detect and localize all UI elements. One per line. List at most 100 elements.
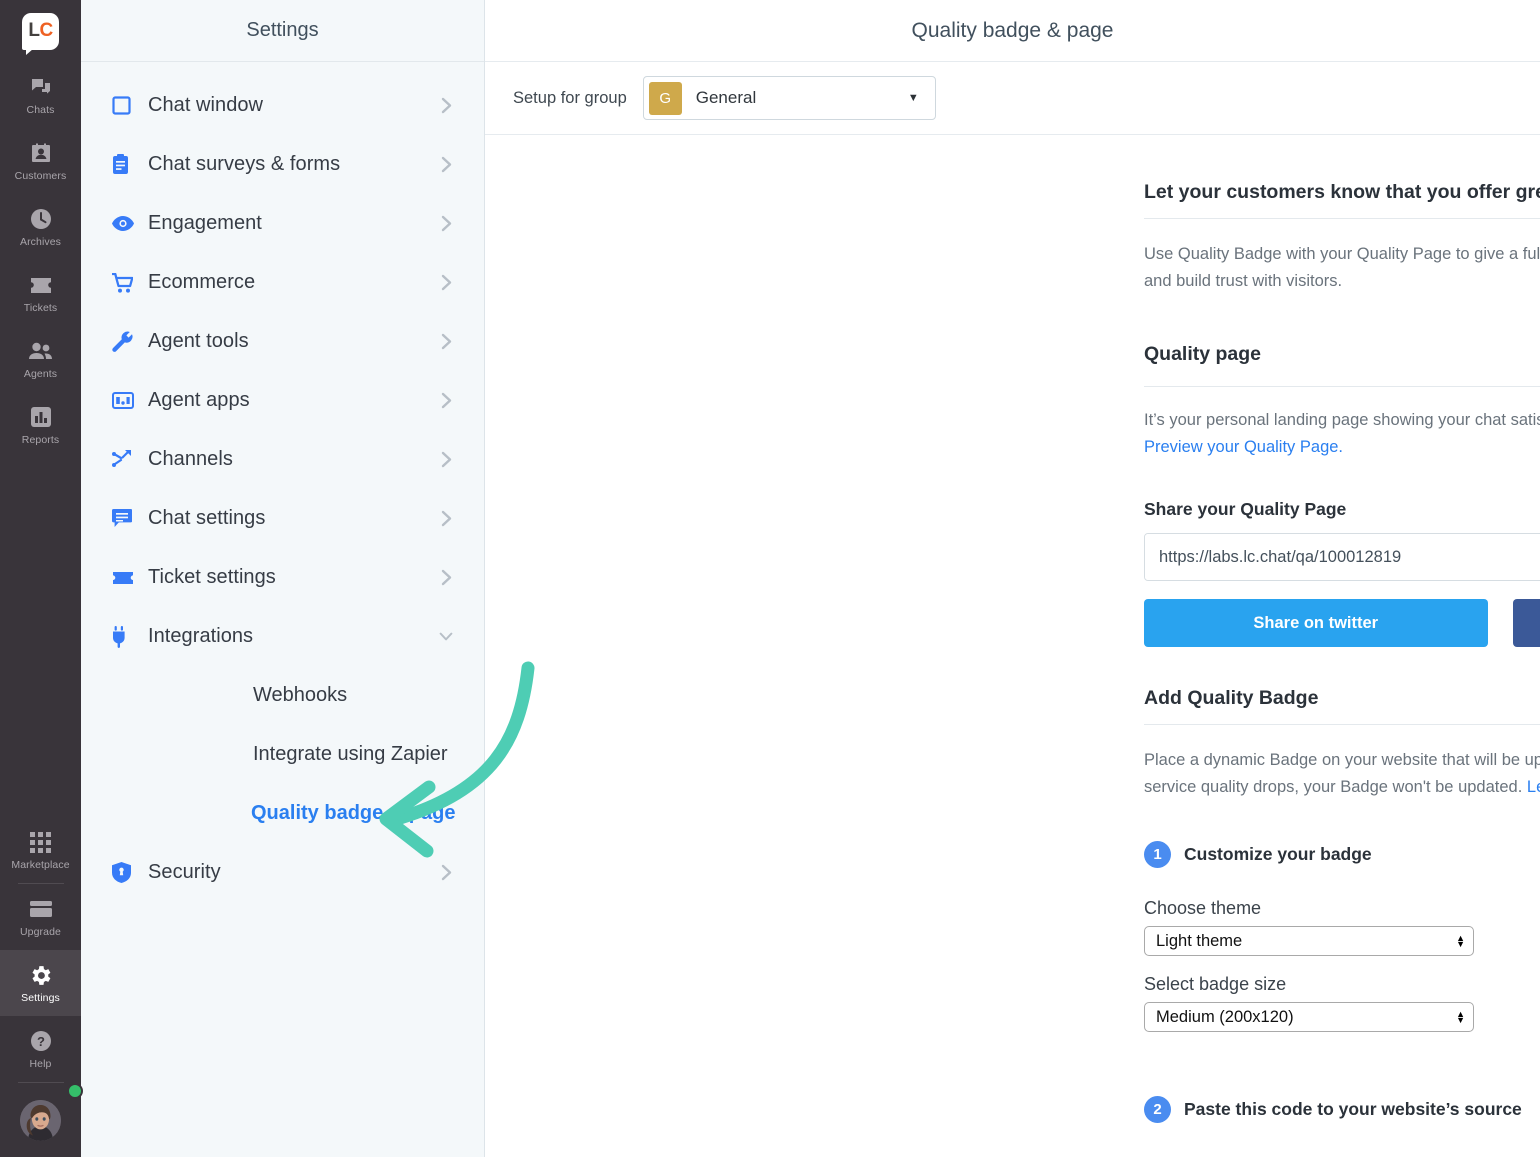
share-on-facebook-button[interactable]: Share on facebook	[1512, 599, 1540, 647]
badge-form-column: Choose theme Light theme ▲ ▼ Select badge…	[1144, 898, 1476, 1056]
sidebar-label-agent-apps: Agent apps	[148, 389, 250, 411]
rail-item-agents[interactable]: Agents	[0, 326, 81, 392]
rail-item-customers[interactable]: Customers	[0, 128, 81, 194]
intro-heading: Let your customers know that you offer g…	[1144, 181, 1540, 219]
chevron-right-icon	[439, 333, 453, 350]
share-heading: Share your Quality Page	[1144, 499, 1347, 519]
sidebar-title: Settings	[81, 0, 484, 62]
sidebar-item-channels[interactable]: Channels	[81, 430, 484, 489]
rail-item-marketplace[interactable]: Marketplace	[0, 817, 81, 883]
sidebar-item-integrations[interactable]: Integrations	[81, 607, 484, 666]
group-select[interactable]: G General ▼	[642, 76, 936, 120]
rail-item-archives[interactable]: Archives	[0, 194, 81, 260]
rail-label-upgrade: Upgrade	[20, 925, 61, 938]
sidebar-item-engagement[interactable]: Engagement	[81, 194, 484, 253]
share-on-twitter-button[interactable]: Share on twitter	[1144, 599, 1488, 647]
eye-icon	[112, 216, 138, 231]
badge-section-paragraph: Place a dynamic Badge on your website th…	[1144, 747, 1540, 801]
rail-item-upgrade[interactable]: Upgrade	[0, 884, 81, 950]
quality-page-heading: Quality page	[1144, 342, 1262, 365]
cart-icon	[112, 272, 138, 293]
chevron-right-icon	[439, 156, 453, 173]
clipboard-icon	[112, 154, 138, 175]
choose-theme-select[interactable]: Light theme ▲ ▼	[1144, 926, 1474, 956]
sidebar-item-security[interactable]: Security	[81, 843, 484, 902]
main-content: Quality badge & page Setup for group G G…	[485, 0, 1540, 1157]
step-2-row: 2 Paste this code to your website’s sour…	[1144, 1096, 1540, 1123]
rail-label-chats: Chats	[26, 103, 55, 116]
avatar-image	[20, 1099, 61, 1141]
sidebar-item-ecommerce[interactable]: Ecommerce	[81, 253, 484, 312]
sidebar-label-chat-surveys-forms: Chat surveys & forms	[148, 153, 341, 175]
rail-label-tickets: Tickets	[23, 301, 58, 314]
rail-label-agents: Agents	[23, 367, 58, 380]
add-quality-badge-heading: Add Quality Badge	[1144, 687, 1540, 725]
rail-label-reports: Reports	[21, 433, 60, 446]
sidebar-label-chat-settings: Chat settings	[148, 507, 266, 529]
step-1-number: 1	[1144, 841, 1171, 868]
chevron-down-icon: ▼	[907, 92, 919, 104]
rail-label-help: Help	[29, 1057, 52, 1070]
shield-icon	[112, 862, 138, 883]
stepper-arrows-icon: ▲ ▼	[1456, 933, 1465, 949]
sidebar-label-security: Security	[148, 861, 221, 883]
rail-label-marketplace: Marketplace	[11, 858, 70, 871]
rail-item-chats[interactable]: Chats	[0, 62, 81, 128]
chevron-right-icon	[439, 864, 453, 881]
tickets-icon	[28, 273, 53, 298]
logo-letter-l: L	[28, 20, 40, 41]
group-selector-label: Setup for group	[513, 88, 627, 107]
livechat-logo[interactable]: LC	[0, 0, 81, 62]
group-selector-bar: Setup for group G General ▼	[485, 62, 1540, 135]
chevron-right-icon	[439, 392, 453, 409]
quality-page-description-block: It’s your personal landing page showing …	[1144, 407, 1540, 461]
sidebar-item-agent-apps[interactable]: Agent apps	[81, 371, 484, 430]
step-1-label: Customize your badge	[1184, 844, 1372, 864]
sidebar-item-ticket-settings[interactable]: Ticket settings	[81, 548, 484, 607]
primary-nav-rail: LC Chats Customers Archives Tickets Agen…	[0, 0, 83, 1157]
chat-bubble-icon	[112, 509, 138, 528]
sidebar-item-chat-window[interactable]: Chat window	[81, 76, 484, 135]
sidebar-item-agent-tools[interactable]: Agent tools	[81, 312, 484, 371]
sidebar-label-chat-window: Chat window	[148, 94, 264, 116]
step-1-row: 1 Customize your badge	[1144, 841, 1540, 868]
select-badge-size-select[interactable]: Medium (200x120) ▲ ▼	[1144, 1002, 1474, 1032]
rail-item-settings[interactable]: Settings	[0, 950, 81, 1016]
group-avatar: G	[648, 81, 682, 115]
ticket-icon	[112, 571, 138, 585]
status-dot-online	[67, 1083, 83, 1099]
share-icon	[112, 450, 138, 469]
content-column: Let your customers know that you offer g…	[1144, 135, 1540, 1123]
intro-paragraph: Use Quality Badge with your Quality Page…	[1144, 245, 1540, 290]
user-avatar[interactable]	[0, 1083, 83, 1157]
share-buttons-row: Share on twitter Share on facebook	[1144, 599, 1540, 647]
rail-item-help[interactable]: ? Help	[0, 1016, 81, 1082]
marketplace-icon	[28, 830, 53, 855]
rail-item-tickets[interactable]: Tickets	[0, 260, 81, 326]
sidebar-label-integrations: Integrations	[148, 625, 254, 647]
learn-more-link[interactable]: Learn more…	[1527, 778, 1540, 796]
content-scroll-area: Let your customers know that you offer g…	[485, 135, 1540, 1157]
rail-label-customers: Customers	[14, 169, 67, 182]
sidebar-subitem-quality-badge-page[interactable]: Quality badge & page	[81, 784, 484, 843]
step-2-label: Paste this code to your website’s source	[1184, 1099, 1522, 1119]
page-title: Quality badge & page	[485, 0, 1540, 62]
customers-icon	[28, 141, 53, 166]
choose-theme-value: Light theme	[1156, 931, 1243, 950]
sidebar-item-chat-settings[interactable]: Chat settings	[81, 489, 484, 548]
preview-quality-page-link[interactable]: Preview your Quality Page.	[1144, 438, 1343, 456]
select-badge-size-label: Select badge size	[1144, 974, 1287, 994]
stepper-arrows-icon: ▲ ▼	[1456, 1009, 1465, 1025]
wrench-icon	[112, 331, 138, 352]
svg-text:?: ?	[37, 1034, 45, 1049]
choose-theme-label: Choose theme	[1144, 898, 1262, 918]
rail-item-reports[interactable]: Reports	[0, 392, 81, 458]
sidebar-item-chat-surveys-forms[interactable]: Chat surveys & forms	[81, 135, 484, 194]
sidebar-subitem-integrate-using-zapier[interactable]: Integrate using Zapier	[81, 725, 484, 784]
apps-icon	[112, 392, 138, 409]
sidebar-subitem-webhooks[interactable]: Webhooks	[81, 666, 484, 725]
plug-icon	[112, 625, 138, 648]
share-url-input[interactable]	[1145, 534, 1540, 580]
badge-customize-area: Choose theme Light theme ▲ ▼ Select badge…	[1144, 898, 1540, 1056]
chats-icon	[28, 75, 53, 100]
